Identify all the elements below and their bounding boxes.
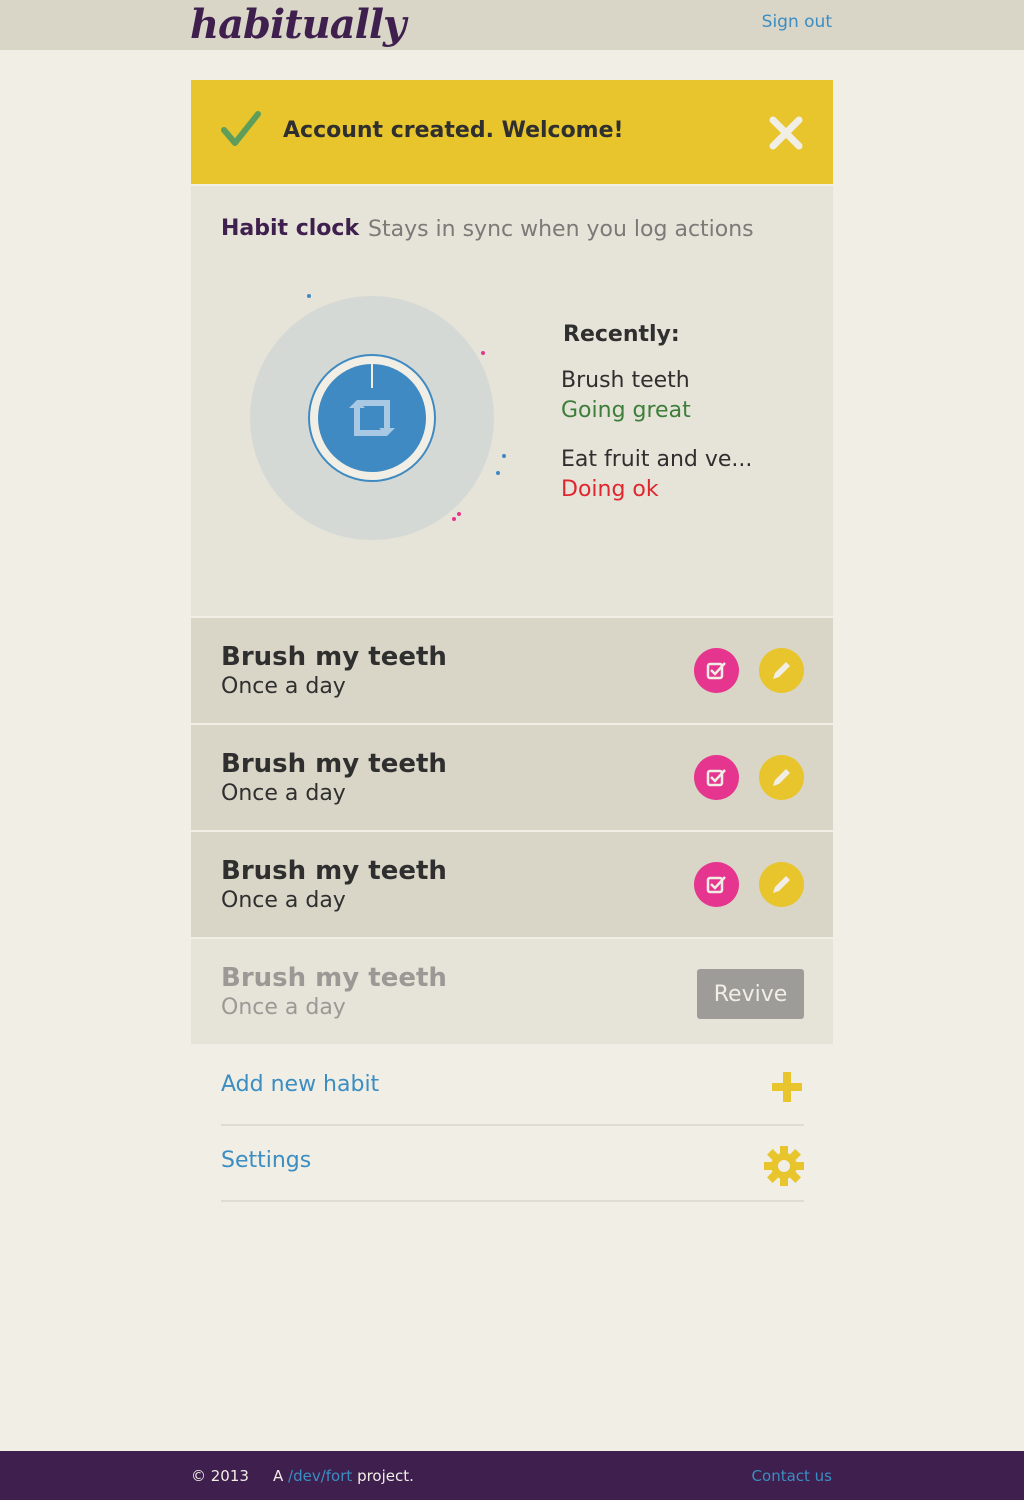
devfort-link[interactable]: /dev/fort — [288, 1467, 352, 1485]
logo[interactable]: habitually — [190, 0, 406, 50]
footer: © 2013 A /dev/fort project. Contact us — [0, 1451, 1024, 1500]
edit-habit-button[interactable] — [759, 862, 804, 907]
habit-frequency: Once a day — [221, 674, 346, 699]
log-action-button[interactable] — [694, 755, 739, 800]
habit-clock — [250, 294, 506, 540]
habit-frequency: Once a day — [221, 781, 346, 806]
clock-dot — [457, 512, 461, 516]
plus-icon[interactable] — [770, 1070, 804, 1104]
habit-name: Brush my teeth — [221, 963, 447, 993]
recently-label: Recently: — [563, 322, 680, 347]
habit-clock-panel: Habit clock Stays in sync when you log a… — [191, 186, 833, 616]
close-icon[interactable] — [769, 116, 803, 150]
settings-row[interactable]: Settings — [221, 1126, 804, 1202]
clock-dot — [502, 454, 506, 458]
gear-icon[interactable] — [764, 1146, 804, 1186]
contact-link[interactable]: Contact us — [752, 1467, 832, 1485]
clock-dot — [481, 351, 485, 355]
clock-dot — [452, 517, 456, 521]
edit-habit-button[interactable] — [759, 648, 804, 693]
pencil-icon — [773, 876, 790, 893]
edit-habit-button[interactable] — [759, 755, 804, 800]
habit-name: Brush my teeth — [221, 749, 447, 779]
habit-clock-title: Habit clock — [221, 216, 360, 241]
habit-name: Brush my teeth — [221, 642, 447, 672]
log-action-button[interactable] — [694, 648, 739, 693]
recent-habit-name: Brush teeth — [561, 368, 690, 393]
habit-row: Brush my teeth Once a day — [191, 832, 833, 937]
settings-link[interactable]: Settings — [221, 1148, 311, 1173]
pencil-icon — [773, 662, 790, 679]
recent-habit-status: Going great — [561, 398, 691, 423]
log-action-button[interactable] — [694, 862, 739, 907]
checkbox-icon — [706, 769, 726, 787]
main-content: Account created. Welcome! Habit clock St… — [191, 80, 833, 1044]
habit-row: Brush my teeth Once a day — [191, 725, 833, 830]
habit-name: Brush my teeth — [221, 856, 447, 886]
revive-button[interactable]: Revive — [697, 969, 804, 1019]
project-prefix: A — [273, 1467, 284, 1485]
habit-frequency: Once a day — [221, 888, 346, 913]
checkbox-icon — [706, 662, 726, 680]
habit-clock-subtitle: Stays in sync when you log actions — [368, 217, 754, 242]
recent-habit-status: Doing ok — [561, 477, 659, 502]
action-links: Add new habit Settings — [221, 1050, 804, 1202]
checkbox-icon — [706, 876, 726, 894]
project-suffix: project. — [357, 1467, 414, 1485]
flash-message: Account created. Welcome! — [283, 118, 624, 143]
habit-row-inactive: Brush my teeth Once a day Revive — [191, 939, 833, 1044]
add-habit-row[interactable]: Add new habit — [221, 1050, 804, 1126]
sign-out-link[interactable]: Sign out — [762, 12, 832, 32]
habit-frequency: Once a day — [221, 995, 346, 1020]
habit-row: Brush my teeth Once a day — [191, 618, 833, 723]
top-bar: habitually Sign out — [0, 0, 1024, 50]
project-credit: A /dev/fort project. — [273, 1467, 414, 1485]
add-habit-link[interactable]: Add new habit — [221, 1072, 379, 1097]
pencil-icon — [773, 769, 790, 786]
recent-habit-name: Eat fruit and ve... — [561, 447, 753, 472]
clock-dot — [496, 471, 500, 475]
copyright: © 2013 — [191, 1467, 249, 1485]
flash-banner: Account created. Welcome! — [191, 80, 833, 184]
check-icon — [221, 111, 261, 146]
clock-dot — [307, 294, 311, 298]
